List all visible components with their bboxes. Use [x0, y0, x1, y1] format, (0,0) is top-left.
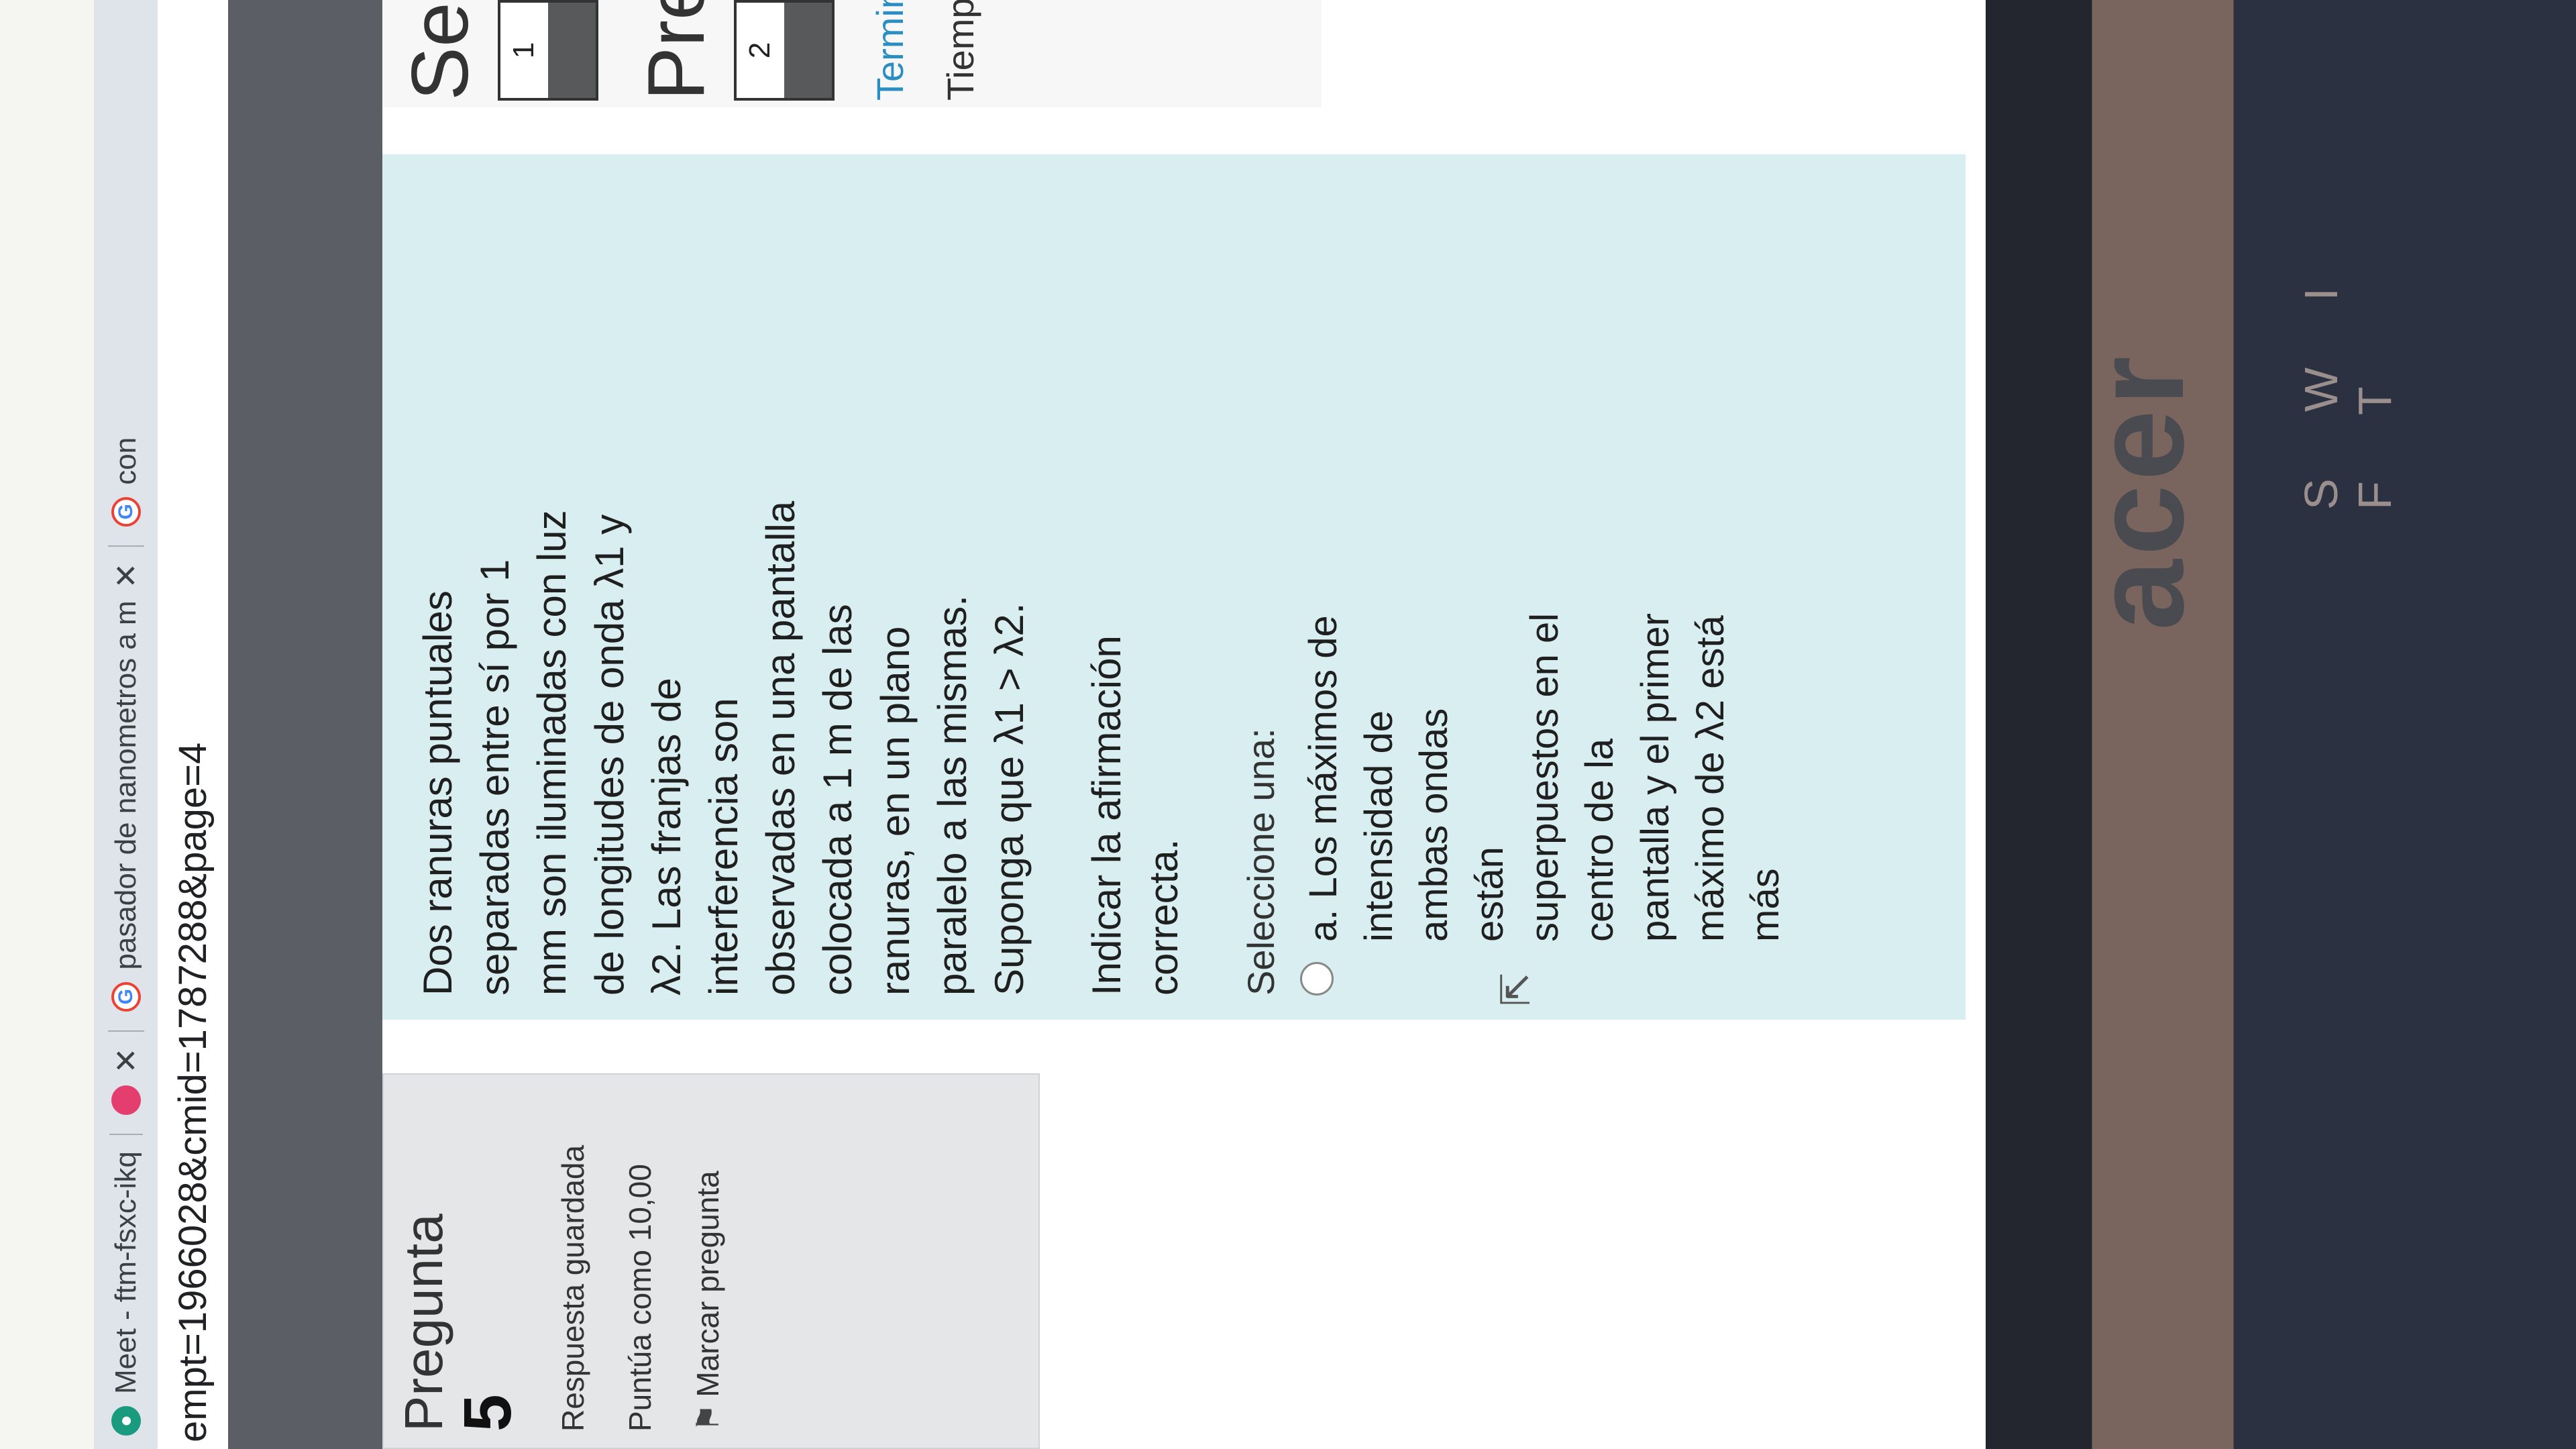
- question-status: Respuesta guardada: [555, 1144, 590, 1432]
- nav-section-title: Selecci: [395, 0, 485, 101]
- question-score: Puntúa como 10,00: [623, 1164, 658, 1432]
- answer-option-a[interactable]: a. Los máximos de intensidad de ambas on…: [1296, 178, 1793, 996]
- question-content: Dos ranuras puntuales separadas entre sí…: [382, 154, 1966, 1020]
- address-bar[interactable]: empt=1966028&cmid=1787288&page=4: [158, 0, 228, 1449]
- close-tab-icon[interactable]: ✕: [108, 563, 144, 589]
- tab-search-nanometros[interactable]: G pasador de nanometros a m ✕: [107, 545, 144, 1012]
- laptop-bezel: [1986, 0, 2576, 1449]
- laptop-brand-logo: acer: [2068, 352, 2210, 631]
- tab-meet-label: Meet - ftm-fsxc-ikq: [109, 1151, 142, 1394]
- nav-question-1[interactable]: 1: [498, 0, 598, 101]
- question-prompt: Indicar la afirmación correcta.: [1084, 635, 1187, 996]
- keyboard-keys: S W I F T: [2295, 260, 2401, 510]
- flag-icon: ⚑: [690, 1403, 725, 1432]
- nav-question-2[interactable]: 2: [734, 0, 835, 101]
- finish-attempt-link[interactable]: Terminar inten: [868, 0, 912, 101]
- nav-question-number: 2: [743, 42, 776, 59]
- browser-tab-bar: ● Meet - ftm-fsxc-ikq ✕ G pasador de nan…: [94, 0, 158, 1449]
- meet-icon: ●: [111, 1406, 141, 1436]
- tab-con-label: con: [109, 437, 142, 485]
- radio-button[interactable]: [1300, 962, 1334, 996]
- flag-question-label: Marcar pregunta: [690, 1171, 725, 1397]
- tab-recording[interactable]: ✕: [107, 1030, 144, 1116]
- select-one-label: Seleccione una:: [1240, 728, 1283, 996]
- page-header-band: [228, 0, 382, 1449]
- question-label: Pregunta: [394, 1214, 453, 1432]
- nav-grid-top: 1: [498, 0, 598, 101]
- google-icon: G: [111, 981, 141, 1012]
- question-number: 5: [450, 1394, 525, 1432]
- tab-search-label: pasador de nanometros a m: [109, 600, 142, 970]
- time-remaining-label: Tiempo restant: [938, 0, 982, 101]
- tab-search-con[interactable]: G con: [109, 421, 143, 527]
- close-tab-icon[interactable]: ✕: [108, 1048, 144, 1074]
- photo-frame: ● Meet - ftm-fsxc-ikq ✕ G pasador de nan…: [0, 0, 2576, 1449]
- quiz-navigation: Selecci 1 Pregunt 2 3 4 Terminar inten T…: [382, 0, 1322, 107]
- flag-question-link[interactable]: ⚑ Marcar pregunta: [686, 1091, 729, 1432]
- laptop-screen: ● Meet - ftm-fsxc-ikq ✕ G pasador de nan…: [94, 0, 2080, 1449]
- nav-grid-bottom: 2 3 4: [734, 0, 835, 101]
- answer-option-text: a. Los máximos de intensidad de ambas on…: [1301, 612, 1788, 942]
- question-text: Dos ranuras puntuales separadas entre sí…: [415, 500, 1032, 996]
- google-icon: G: [111, 496, 141, 527]
- tab-meet[interactable]: ● Meet - ftm-fsxc-ikq: [109, 1134, 143, 1436]
- mouse-cursor-icon: ⇱: [1493, 972, 1538, 1006]
- nav-question-number: 1: [507, 42, 540, 59]
- nav-questions-title: Pregunt: [631, 0, 721, 101]
- record-icon: [111, 1085, 141, 1116]
- question-info-panel: Pregunta 5 Respuesta guardada Puntúa com…: [382, 1073, 1040, 1449]
- url-text: empt=1966028&cmid=1787288&page=4: [171, 742, 215, 1442]
